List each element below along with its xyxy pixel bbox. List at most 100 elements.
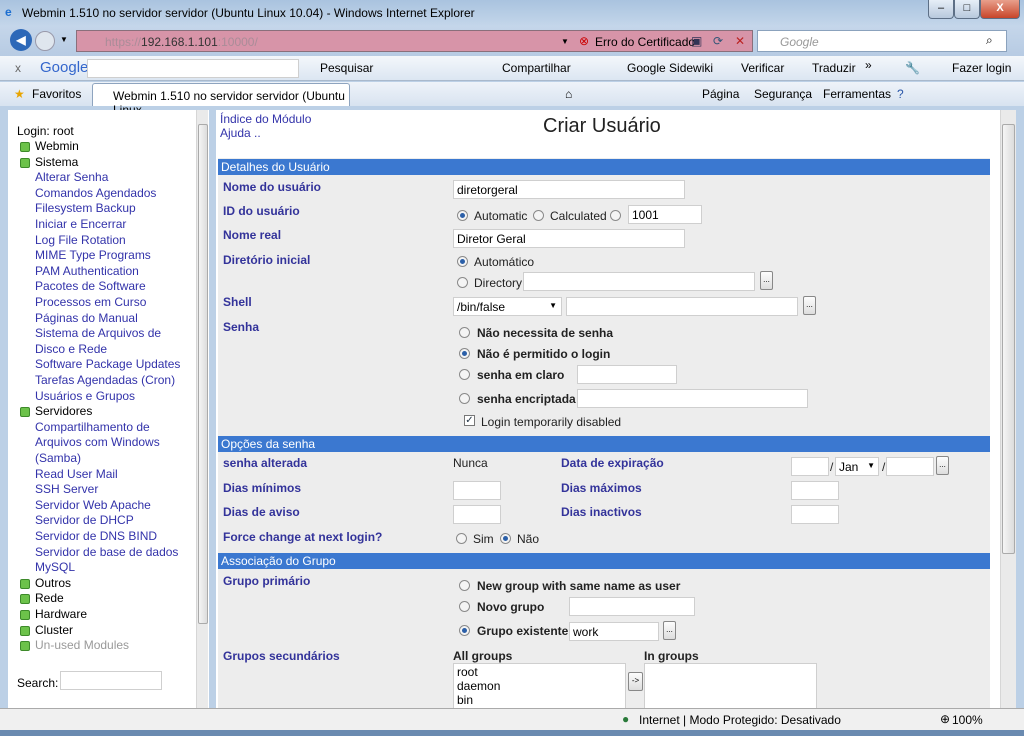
- more-chevron[interactable]: »: [865, 58, 872, 72]
- search-box[interactable]: Google ⌕: [757, 30, 1007, 52]
- verificar-button[interactable]: Verificar: [741, 61, 784, 75]
- category-toggle-icon[interactable]: [20, 641, 30, 652]
- refresh-icon[interactable]: ⟳: [713, 34, 723, 48]
- group-new-same-radio[interactable]: [459, 580, 470, 591]
- min-days-input[interactable]: [453, 481, 501, 500]
- category-toggle-icon[interactable]: [20, 142, 30, 152]
- shell-other-input[interactable]: [566, 297, 798, 316]
- back-button[interactable]: ◀: [10, 29, 32, 51]
- compartilhar-button[interactable]: Compartilhar: [502, 61, 571, 75]
- sidebar-search-input[interactable]: [60, 671, 162, 690]
- home-icon[interactable]: ⌂: [565, 87, 572, 101]
- inactive-days-input[interactable]: [791, 505, 839, 524]
- sidebar-link[interactable]: Pacotes de Software: [35, 279, 146, 293]
- sidebar-link[interactable]: Comandos Agendados: [35, 186, 156, 200]
- google-search-input[interactable]: [87, 59, 299, 78]
- close-toolbar-icon[interactable]: x: [15, 61, 21, 75]
- sidebar-category[interactable]: Servidores: [35, 404, 92, 418]
- sidebar-category[interactable]: Un-used Modules: [35, 638, 129, 652]
- sidebar-link[interactable]: SSH Server: [35, 482, 98, 496]
- compat-icon[interactable]: ▣: [691, 34, 702, 48]
- favorites-button[interactable]: Favoritos: [32, 87, 81, 101]
- group-new-radio[interactable]: [459, 601, 470, 612]
- sidebar-scrollbar[interactable]: [196, 110, 208, 708]
- pw-nologin-radio[interactable]: [459, 348, 470, 359]
- sidebar-category[interactable]: Outros: [35, 576, 71, 590]
- list-item[interactable]: bin: [457, 693, 622, 707]
- add-group-button[interactable]: ->: [628, 672, 643, 691]
- sidebar-link[interactable]: Páginas do Manual: [35, 311, 138, 325]
- search-icon[interactable]: ⌕: [986, 33, 993, 48]
- sidebar-link[interactable]: Servidor de base de dados: [35, 545, 178, 559]
- expiry-month-select[interactable]: Jan ▼: [835, 457, 879, 476]
- uid-calculated-radio[interactable]: [533, 210, 544, 221]
- sidebar-link[interactable]: Software Package Updates: [35, 357, 180, 371]
- seguranca-menu[interactable]: Segurança: [754, 87, 812, 101]
- group-new-input[interactable]: [569, 597, 695, 616]
- cert-error-button[interactable]: Erro do Certificado: [595, 35, 695, 49]
- address-dropdown-icon[interactable]: ▼: [561, 37, 569, 46]
- browser-tab[interactable]: Webmin 1.510 no servidor servidor (Ubunt…: [92, 83, 350, 117]
- pw-encrypted-input[interactable]: [577, 389, 808, 408]
- sidebar-link[interactable]: MIME Type Programs: [35, 248, 151, 262]
- pw-clear-input[interactable]: [577, 365, 677, 384]
- shell-browse-button[interactable]: ...: [803, 296, 816, 315]
- sidebar-link[interactable]: Usuários e Grupos: [35, 389, 135, 403]
- traduzir-button[interactable]: Traduzir: [812, 61, 856, 75]
- category-toggle-icon[interactable]: [20, 610, 30, 620]
- pesquisar-button[interactable]: Pesquisar: [320, 61, 373, 75]
- max-days-input[interactable]: [791, 481, 839, 500]
- category-toggle-icon[interactable]: [20, 407, 30, 418]
- list-item[interactable]: root: [457, 665, 622, 679]
- sidebar-link[interactable]: Filesystem Backup: [35, 201, 136, 215]
- sidebar-link[interactable]: (Samba): [35, 451, 81, 465]
- home-auto-radio[interactable]: [457, 256, 468, 267]
- close-button[interactable]: X: [980, 0, 1020, 19]
- force-nao-radio[interactable]: [500, 533, 511, 544]
- login-disabled-checkbox[interactable]: ✓: [464, 415, 475, 426]
- sidebar-link[interactable]: Servidor de DNS BIND: [35, 529, 157, 543]
- group-existing-input[interactable]: work: [569, 622, 659, 641]
- sidebar-link[interactable]: Processos em Curso: [35, 295, 146, 309]
- group-browse-button[interactable]: ...: [663, 621, 676, 640]
- pw-none-radio[interactable]: [459, 327, 470, 338]
- sidebar-link[interactable]: PAM Authentication: [35, 264, 139, 278]
- uid-input[interactable]: 1001: [628, 205, 702, 224]
- sidebar-category[interactable]: Rede: [35, 591, 64, 605]
- all-groups-list[interactable]: root daemon bin: [453, 663, 626, 713]
- sidebar-category[interactable]: Webmin: [35, 139, 79, 153]
- stop-icon[interactable]: ✕: [735, 34, 745, 48]
- sidebar-link[interactable]: Sistema de Arquivos de: [35, 326, 161, 340]
- sidebar-link[interactable]: Compartilhamento de: [35, 420, 150, 434]
- uid-automatic-radio[interactable]: [457, 210, 468, 221]
- sidebar-category[interactable]: Hardware: [35, 607, 87, 621]
- ferramentas-menu[interactable]: Ferramentas: [823, 87, 891, 101]
- category-toggle-icon[interactable]: [20, 157, 30, 168]
- pw-encrypted-radio[interactable]: [459, 393, 470, 404]
- warn-days-input[interactable]: [453, 505, 501, 524]
- sidewiki-button[interactable]: Google Sidewiki: [627, 61, 713, 75]
- sidebar-category[interactable]: Sistema: [35, 155, 78, 169]
- forward-button[interactable]: [35, 31, 55, 51]
- expiry-day-input[interactable]: [791, 457, 829, 476]
- sidebar-link[interactable]: Alterar Senha: [35, 170, 108, 184]
- pagina-menu[interactable]: Página: [702, 87, 739, 101]
- minimize-button[interactable]: –: [928, 0, 954, 19]
- username-input[interactable]: diretorgeral: [453, 180, 685, 199]
- sidebar-category[interactable]: Cluster: [35, 623, 73, 637]
- help-icon[interactable]: ?: [897, 87, 904, 101]
- zoom-level[interactable]: 100%: [952, 713, 983, 727]
- address-bar[interactable]: https://192.168.1.101:10000/ ▼ ⊗ Erro do…: [76, 30, 753, 52]
- in-groups-list[interactable]: [644, 663, 817, 713]
- sidebar-link[interactable]: Iniciar e Encerrar: [35, 217, 126, 231]
- sidebar-link[interactable]: Tarefas Agendadas (Cron): [35, 373, 175, 387]
- main-scrollbar[interactable]: [1000, 110, 1016, 708]
- sidebar-link[interactable]: Servidor de DHCP: [35, 513, 134, 527]
- category-toggle-icon[interactable]: [20, 578, 30, 589]
- login-button[interactable]: Fazer login: [952, 61, 1011, 75]
- uid-manual-radio[interactable]: [610, 210, 621, 221]
- help-link[interactable]: Ajuda ..: [220, 126, 261, 140]
- sidebar-link[interactable]: Read User Mail: [35, 467, 118, 481]
- sidebar-link[interactable]: Log File Rotation: [35, 233, 126, 247]
- home-dir-input[interactable]: [523, 272, 755, 291]
